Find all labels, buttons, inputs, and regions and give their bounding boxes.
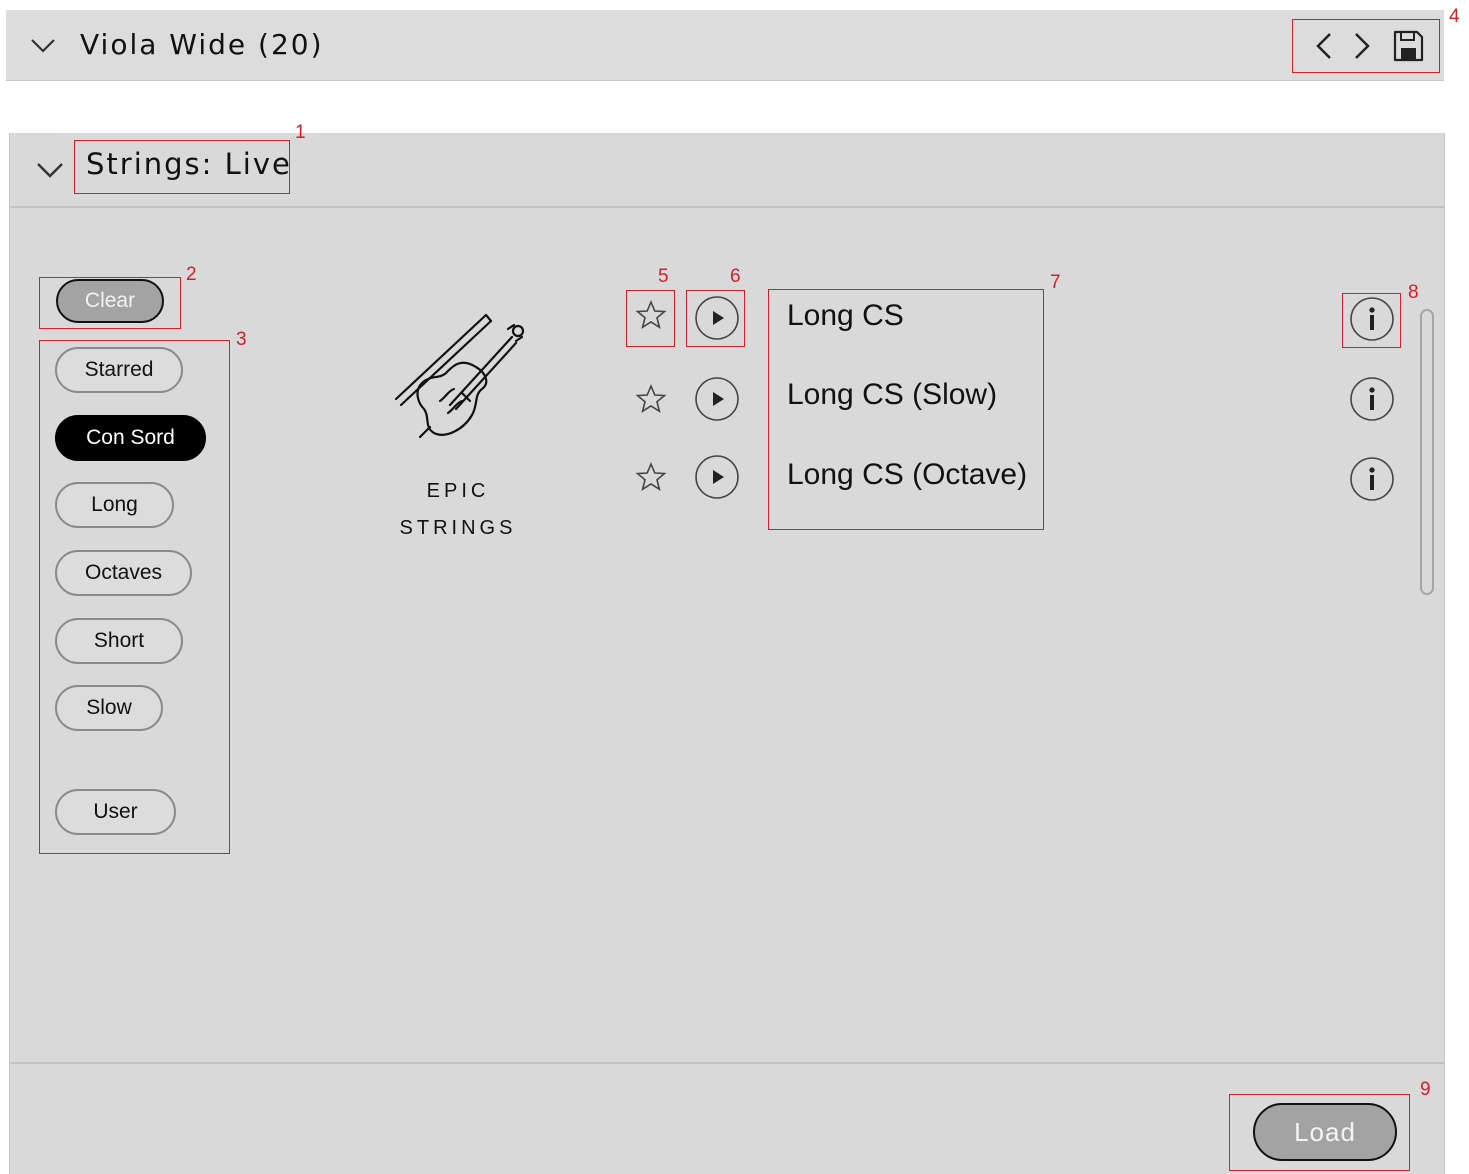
panel-header: Strings: Live [10,133,1444,208]
annotation-number: 9 [1420,1079,1431,1100]
star-icon[interactable] [635,299,667,331]
library-name-line2: STRINGS [399,517,517,539]
annotation-number: 8 [1408,282,1419,303]
tag-user[interactable]: User [55,789,176,835]
info-icon[interactable] [1349,376,1395,422]
violin-icon [394,313,525,439]
star-icon[interactable] [635,383,667,415]
clear-filters-button[interactable]: Clear [56,279,164,323]
patch-name[interactable]: Long CS (Slow) [787,378,997,412]
play-icon[interactable] [694,454,740,500]
annotation-number: 3 [236,329,247,350]
preset-header: Viola Wide (20) [6,10,1444,81]
tag-short[interactable]: Short [55,618,183,664]
tag-con-sord[interactable]: Con Sord [55,415,206,461]
info-icon[interactable] [1349,296,1395,342]
load-button[interactable]: Load [1253,1103,1397,1161]
library-name-line1: EPIC [426,480,490,502]
play-icon[interactable] [694,295,740,341]
footer-divider [10,1062,1444,1064]
annotation-number: 6 [730,266,741,287]
next-preset-icon[interactable] [1344,28,1380,64]
previous-preset-icon[interactable] [1306,28,1342,64]
category-title: Strings: Live [86,147,292,181]
play-icon[interactable] [694,376,740,422]
preset-title: Viola Wide (20) [80,28,324,61]
annotation-number: 2 [186,264,197,285]
save-icon[interactable] [1390,28,1426,64]
annotation-number: 1 [295,122,306,143]
patch-name[interactable]: Long CS (Octave) [787,458,1027,492]
annotation-number: 5 [658,266,669,287]
scrollbar[interactable] [1420,309,1434,595]
info-icon[interactable] [1349,456,1395,502]
patch-name[interactable]: Long CS [787,299,904,333]
tag-long[interactable]: Long [55,482,174,528]
tag-octaves[interactable]: Octaves [55,550,192,596]
chevron-down-icon[interactable] [28,30,58,60]
tag-starred[interactable]: Starred [55,347,183,393]
star-icon[interactable] [635,461,667,493]
annotation-number: 4 [1449,6,1460,27]
chevron-down-icon[interactable] [34,153,66,185]
tag-slow[interactable]: Slow [55,685,163,731]
browser-panel: Strings: Live Clear Starred Con Sord Lon… [9,133,1445,1174]
annotation-number: 7 [1050,272,1061,293]
